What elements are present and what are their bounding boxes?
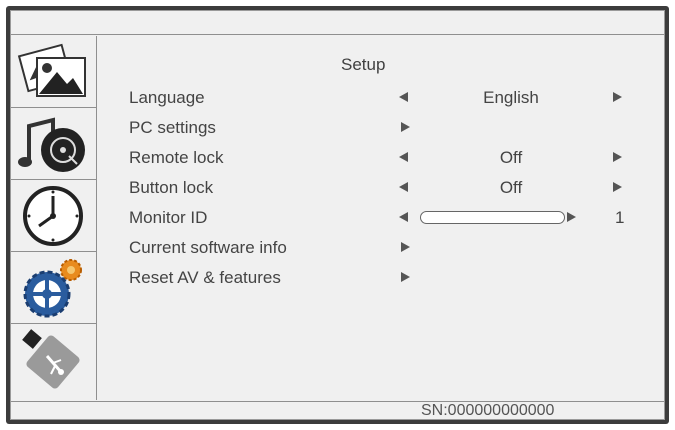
left-arrow-icon[interactable]	[399, 182, 408, 192]
menu-item-value: 1	[615, 208, 625, 227]
left-arrow-icon[interactable]	[399, 92, 408, 102]
menu-item-value: Off	[499, 178, 523, 197]
submenu-arrow-icon[interactable]	[401, 122, 410, 132]
status-bar: SN:000000000000	[11, 401, 664, 419]
top-bar	[11, 11, 664, 35]
submenu-arrow-icon[interactable]	[401, 272, 410, 282]
right-arrow-icon[interactable]	[613, 92, 622, 102]
menu-item-pc-settings[interactable]: PC settings	[11, 117, 664, 147]
menu-item-label: Current software info	[129, 238, 287, 257]
menu-item-reset-av[interactable]: Reset AV & features	[11, 267, 664, 297]
usb-icon	[22, 329, 80, 389]
menu-item-monitor-id[interactable]: Monitor ID 1	[11, 207, 664, 237]
serial-number: SN:000000000000	[421, 402, 555, 419]
menu-item-software-info[interactable]: Current software info	[11, 237, 664, 267]
right-arrow-icon[interactable]	[613, 182, 622, 192]
right-arrow-icon[interactable]	[613, 152, 622, 162]
menu-item-label: Monitor ID	[129, 208, 208, 227]
menu-item-label: Button lock	[129, 178, 214, 197]
menu-item-label: PC settings	[129, 118, 216, 137]
menu-item-label: Reset AV & features	[129, 268, 281, 287]
submenu-arrow-icon[interactable]	[401, 242, 410, 252]
menu-item-remote-lock[interactable]: Remote lock Off	[11, 147, 664, 177]
osd-screen: Setup Language English PC settings Remot…	[10, 10, 665, 420]
menu-item-value: Off	[499, 148, 523, 167]
menu-item-language[interactable]: Language English	[11, 87, 664, 117]
left-arrow-icon[interactable]	[399, 212, 408, 222]
menu-title: Setup	[341, 55, 386, 74]
menu-item-label: Remote lock	[129, 148, 224, 167]
right-arrow-icon[interactable]	[567, 212, 576, 222]
menu-item-label: Language	[129, 88, 205, 107]
menu-item-button-lock[interactable]: Button lock Off	[11, 177, 664, 207]
sidebar-item-usb[interactable]	[11, 324, 97, 400]
monitor-id-slider[interactable]	[420, 211, 565, 224]
left-arrow-icon[interactable]	[399, 152, 408, 162]
menu-item-value: English	[483, 88, 539, 107]
